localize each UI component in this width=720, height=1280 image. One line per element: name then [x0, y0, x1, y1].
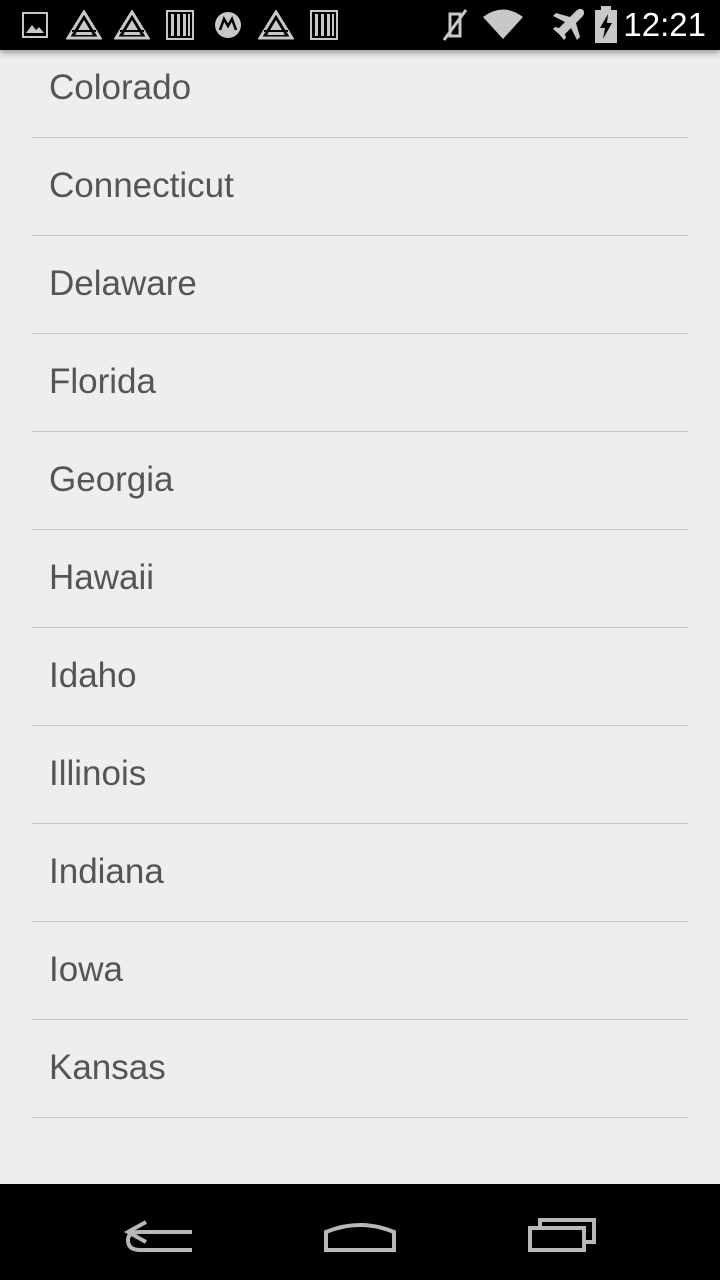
list-item-label: Delaware	[49, 264, 197, 303]
triangle-app-icon	[66, 10, 102, 40]
navigation-bar	[0, 1184, 720, 1280]
list-item-label: Hawaii	[49, 558, 155, 597]
barcode-icon	[310, 10, 338, 40]
list-item-label: Connecticut	[49, 166, 234, 205]
airplane-icon	[553, 8, 585, 40]
recents-icon	[528, 1218, 596, 1252]
list-item[interactable]: Illinois	[32, 726, 688, 824]
list-item-label: Georgia	[49, 460, 174, 499]
triangle-app-icon	[114, 10, 150, 40]
list-item-label: Kansas	[49, 1048, 166, 1087]
list-item[interactable]: Iowa	[32, 922, 688, 1020]
list-item[interactable]: Georgia	[32, 432, 688, 530]
list-item-label: Idaho	[49, 656, 137, 695]
list-item[interactable]: Kansas	[32, 1020, 688, 1118]
status-bar: 12:21	[0, 0, 720, 50]
list-item[interactable]: Indiana	[32, 824, 688, 922]
states-list[interactable]: Colorado Connecticut Delaware Florida Georgi…	[0, 50, 720, 1118]
list-item[interactable]: Hawaii	[32, 530, 688, 628]
list-item-label: Illinois	[49, 754, 147, 793]
recents-button[interactable]	[500, 1198, 620, 1266]
list-item[interactable]: Colorado	[32, 50, 688, 138]
motorola-icon	[215, 12, 241, 38]
home-icon	[324, 1223, 396, 1252]
list-item[interactable]: Connecticut	[32, 138, 688, 236]
list-item-label: Iowa	[49, 950, 123, 989]
list-item-label: Indiana	[49, 852, 164, 891]
barcode-icon	[166, 10, 194, 40]
battery-charging-icon	[595, 6, 617, 43]
list-item-label: Colorado	[49, 68, 192, 107]
mute-icon	[442, 9, 468, 41]
list-item[interactable]: Idaho	[32, 628, 688, 726]
states-list-container[interactable]: Colorado Connecticut Delaware Florida Georgi…	[0, 50, 720, 1184]
status-time: 12:21	[623, 6, 706, 43]
wifi-icon	[483, 9, 523, 39]
triangle-app-icon	[258, 10, 294, 40]
list-item[interactable]: Florida	[32, 334, 688, 432]
back-icon	[123, 1220, 192, 1252]
image-icon	[22, 12, 48, 38]
list-item-label: Florida	[49, 362, 156, 401]
back-button[interactable]	[100, 1198, 220, 1266]
home-button[interactable]	[300, 1198, 420, 1266]
list-item[interactable]: Delaware	[32, 236, 688, 334]
